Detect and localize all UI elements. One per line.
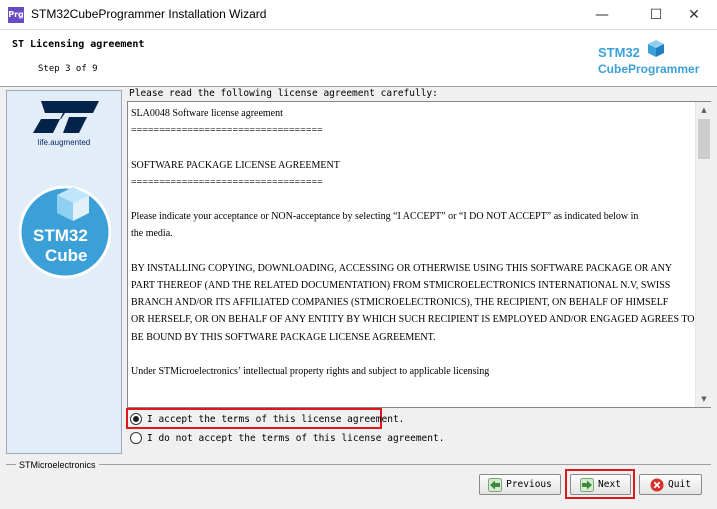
scroll-down-arrow-icon[interactable]: ▼	[696, 391, 712, 407]
logo-line1: STM32	[598, 45, 640, 60]
accept-radio-option[interactable]: I accept the terms of this license agree…	[130, 411, 404, 427]
scroll-thumb[interactable]	[698, 119, 710, 159]
decline-radio-button[interactable]	[130, 432, 142, 444]
previous-button[interactable]: Previous	[479, 474, 561, 495]
next-button-label: Next	[598, 479, 621, 490]
previous-button-label: Previous	[506, 479, 552, 490]
accept-radio-button[interactable]	[130, 413, 142, 425]
license-intro-text: Please read the following license agreem…	[129, 88, 438, 99]
quit-button[interactable]: Quit	[639, 474, 702, 495]
wizard-header: ST Licensing agreement Step 3 of 9 STM32…	[0, 30, 717, 87]
license-text-area[interactable]: SLA0048 Software license agreement =====…	[127, 101, 711, 408]
left-branding-panel: life.augmented STM32 Cube	[6, 90, 122, 454]
st-logo	[33, 101, 99, 133]
close-button[interactable]: ✕	[671, 0, 717, 30]
license-agreement-text: SLA0048 Software license agreement =====…	[131, 108, 695, 378]
quit-x-icon	[650, 478, 664, 491]
quit-button-label: Quit	[668, 479, 691, 490]
app-icon: Prg	[8, 7, 24, 23]
badge-line2: Cube	[45, 246, 88, 265]
scroll-up-arrow-icon[interactable]: ▲	[696, 102, 712, 118]
window-title: STM32CubeProgrammer Installation Wizard	[31, 7, 267, 21]
stm32cubeprogrammer-logo: STM32 CubeProgrammer	[598, 40, 700, 76]
decline-radio-label[interactable]: I do not accept the terms of this licens…	[147, 433, 444, 444]
logo-line2: CubeProgrammer	[598, 62, 700, 76]
vendor-label: STMicroelectronics	[16, 460, 99, 470]
license-scrollbar[interactable]: ▲ ▼	[695, 102, 711, 407]
footer-divider	[6, 464, 711, 465]
minimize-button[interactable]: —	[579, 0, 625, 30]
decline-radio-option[interactable]: I do not accept the terms of this licens…	[130, 430, 444, 446]
st-tagline: life.augmented	[37, 138, 91, 147]
next-button[interactable]: Next	[570, 474, 631, 495]
badge-line1: STM32	[33, 226, 88, 245]
stm32cube-badge: STM32 Cube	[19, 185, 111, 279]
accept-radio-label[interactable]: I accept the terms of this license agree…	[147, 414, 404, 425]
step-indicator: Step 3 of 9	[38, 64, 98, 74]
page-title: ST Licensing agreement	[12, 39, 145, 50]
arrow-right-icon	[580, 477, 595, 492]
title-bar: Prg STM32CubeProgrammer Installation Wiz…	[0, 0, 717, 30]
cube-icon	[648, 40, 664, 57]
arrow-left-icon	[488, 477, 503, 492]
